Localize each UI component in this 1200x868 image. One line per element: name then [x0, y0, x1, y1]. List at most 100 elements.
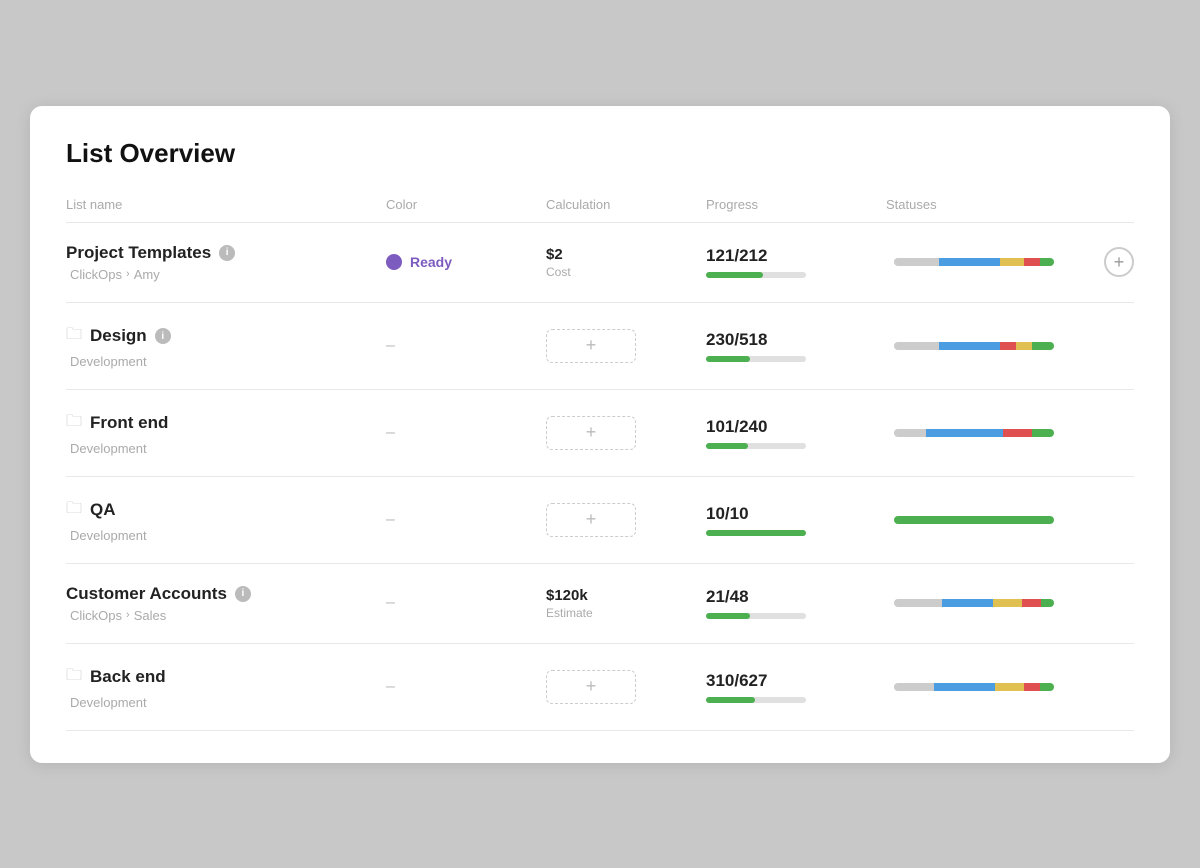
progress-numbers: 121/212 — [706, 246, 886, 266]
calc-add-button[interactable]: + — [546, 670, 636, 704]
folder-icon: 🗀 — [66, 323, 82, 350]
calc-cell: $120k Estimate — [546, 587, 706, 620]
calc-add-button[interactable]: + — [546, 416, 636, 450]
list-name-main: 🗀 Back end — [66, 664, 386, 691]
color-dash: – — [386, 678, 395, 696]
list-name-cell: 🗀DesigniDevelopment — [66, 323, 386, 369]
status-segment — [939, 342, 1000, 350]
progress-bar-container — [706, 443, 806, 449]
table-row: 🗀Back endDevelopment–+310/627 — [66, 644, 1134, 731]
progress-cell: 230/518 — [706, 330, 886, 362]
status-segment — [1032, 429, 1054, 437]
calc-value: $120k — [546, 587, 706, 604]
progress-bar-container — [706, 356, 806, 362]
progress-bar-fill — [706, 613, 750, 619]
col-color: Color — [386, 197, 546, 212]
status-segment — [1024, 683, 1040, 691]
status-segment — [995, 683, 1024, 691]
status-segment — [1040, 258, 1054, 266]
color-cell: – — [386, 424, 546, 442]
status-segment — [894, 429, 926, 437]
status-segment — [1000, 342, 1016, 350]
progress-bar-container — [706, 272, 806, 278]
progress-cell: 21/48 — [706, 587, 886, 619]
breadcrumb-arrow: › — [126, 609, 130, 621]
progress-cell: 10/10 — [706, 504, 886, 536]
progress-bar-container — [706, 613, 806, 619]
color-cell: – — [386, 511, 546, 529]
color-dash: – — [386, 511, 395, 529]
status-segment — [1016, 342, 1032, 350]
status-bar — [894, 258, 1054, 266]
breadcrumb: ClickOps›Amy — [66, 267, 386, 282]
list-name-main: 🗀 Designi — [66, 323, 386, 350]
list-name-cell: Project TemplatesiClickOps›Amy — [66, 243, 386, 282]
calc-add-button[interactable]: + — [546, 503, 636, 537]
list-name-main: 🗀 QA — [66, 497, 386, 524]
breadcrumb: Development — [66, 441, 386, 456]
col-progress: Progress — [706, 197, 886, 212]
status-segment — [939, 258, 1000, 266]
calc-cell: $2Cost — [546, 246, 706, 279]
list-name-cell: Customer AccountsiClickOps›Sales — [66, 584, 386, 623]
status-segment — [1041, 599, 1054, 607]
list-name-cell: 🗀Front endDevelopment — [66, 410, 386, 456]
status-segment — [894, 258, 939, 266]
folder-icon: 🗀 — [66, 497, 82, 524]
folder-icon: 🗀 — [66, 664, 82, 691]
list-name-text: Design — [90, 326, 147, 346]
calc-cell: + — [546, 503, 706, 537]
status-bar — [894, 342, 1054, 350]
calc-value: $2 — [546, 246, 706, 263]
calc-cell: + — [546, 416, 706, 450]
list-name-cell: 🗀 QA Development — [66, 497, 386, 543]
progress-bar-fill — [706, 697, 755, 703]
calc-add-button[interactable]: + — [546, 329, 636, 363]
table-row: 🗀Front endDevelopment–+101/240 — [66, 390, 1134, 477]
table-row: Customer AccountsiClickOps›Sales–$120k Es… — [66, 564, 1134, 644]
col-list-name: List name — [66, 197, 386, 212]
breadcrumb: Development — [66, 528, 386, 543]
table-row: Project TemplatesiClickOps›AmyReady$2Cos… — [66, 223, 1134, 303]
info-icon[interactable]: i — [235, 586, 251, 602]
calc-cell: + — [546, 329, 706, 363]
folder-icon: 🗀 — [66, 410, 82, 437]
progress-bar-container — [706, 530, 806, 536]
progress-cell: 121/212 — [706, 246, 886, 278]
status-segment — [1000, 258, 1024, 266]
list-name-text: QA — [90, 500, 116, 520]
status-segment — [894, 342, 939, 350]
progress-bar-fill — [706, 356, 750, 362]
status-bar — [894, 516, 1054, 524]
statuses-cell — [886, 683, 1094, 691]
list-name-main: Customer Accountsi — [66, 584, 386, 604]
progress-numbers: 10/10 — [706, 504, 886, 524]
color-cell: – — [386, 678, 546, 696]
color-dash: – — [386, 337, 395, 355]
status-segment — [926, 429, 1003, 437]
status-bar — [894, 599, 1054, 607]
calc-cell: + — [546, 670, 706, 704]
info-icon[interactable]: i — [155, 328, 171, 344]
status-segment — [1040, 683, 1054, 691]
color-dash: – — [386, 424, 395, 442]
progress-bar-container — [706, 697, 806, 703]
status-segment — [1022, 599, 1041, 607]
calc-type: Estimate — [546, 606, 706, 620]
list-name-text: Back end — [90, 667, 166, 687]
info-icon[interactable]: i — [219, 245, 235, 261]
add-row-button[interactable]: + — [1104, 247, 1134, 277]
status-segment — [934, 683, 995, 691]
status-segment — [942, 599, 993, 607]
color-cell: – — [386, 594, 546, 612]
status-segment — [993, 599, 1022, 607]
color-label: Ready — [410, 254, 452, 270]
color-dot — [386, 254, 402, 270]
table-header: List name Color Calculation Progress Sta… — [66, 197, 1134, 223]
breadcrumb-arrow: › — [126, 268, 130, 280]
statuses-cell — [886, 516, 1094, 524]
col-calculation: Calculation — [546, 197, 706, 212]
status-segment — [1003, 429, 1032, 437]
status-bar — [894, 429, 1054, 437]
progress-numbers: 230/518 — [706, 330, 886, 350]
